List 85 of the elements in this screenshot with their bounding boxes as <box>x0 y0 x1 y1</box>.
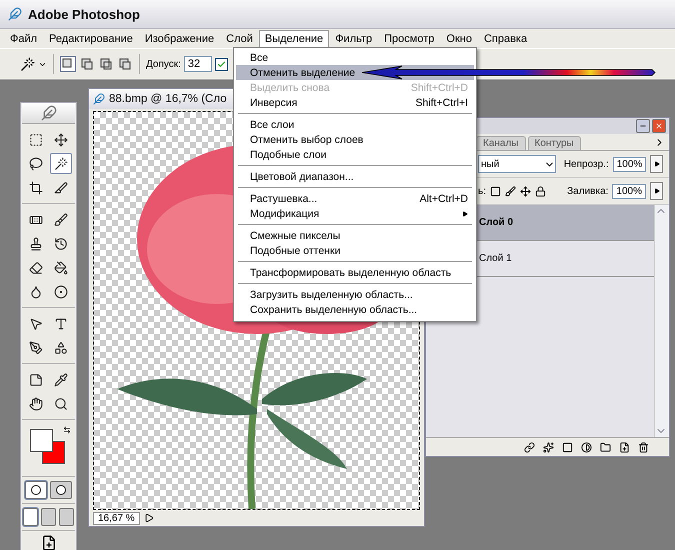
menu-option-label: Растушевка... <box>250 192 318 204</box>
magic-wand-icon[interactable] <box>20 56 35 72</box>
check-icon <box>216 60 226 68</box>
menu-option[interactable]: Все слои <box>236 117 474 132</box>
full-screen-menu-icon[interactable] <box>41 508 56 526</box>
menu-item[interactable]: Слой <box>220 30 259 47</box>
menu-option[interactable]: Цветовой диапазон... <box>236 169 474 184</box>
menu-item[interactable]: Просмотр <box>378 30 440 47</box>
zoom-field[interactable]: 16,67 % <box>93 512 140 524</box>
menu-option-label: Все слои <box>250 118 294 130</box>
shortcut-label: Alt+Ctrl+D <box>420 192 468 204</box>
menu-option[interactable]: Загрузить выделенную область... <box>236 287 474 302</box>
document-icon <box>93 93 105 105</box>
submenu-arrow-icon <box>462 210 468 216</box>
panel-tab[interactable]: Каналы <box>476 136 526 150</box>
menu-option-label: Выделить снова <box>250 82 330 94</box>
opacity-field[interactable]: 100% <box>612 156 646 172</box>
lock-label: ь: <box>478 186 486 196</box>
menu-option-label: Модификация <box>250 208 320 220</box>
menu-item[interactable]: Редактирование <box>43 30 139 47</box>
half-circle-icon[interactable] <box>581 442 592 452</box>
lock-brush-icon[interactable] <box>505 186 516 196</box>
trash-icon[interactable] <box>638 442 649 452</box>
menu-item[interactable]: Окно <box>440 30 478 47</box>
menu-option[interactable]: Инверсия Shift+Ctrl+I <box>236 95 474 110</box>
link-icon[interactable] <box>524 442 535 452</box>
scrollbar[interactable] <box>654 205 669 437</box>
menu-option[interactable]: Подобные слои <box>236 147 474 162</box>
menu-option-label: Сохранить выделенную область... <box>250 304 418 316</box>
new-layer-icon[interactable] <box>619 442 630 452</box>
triangle-icon <box>654 161 660 167</box>
menu-option[interactable]: Отменить выбор слоев <box>236 132 474 147</box>
menu-option-label: Отменить выделение <box>250 66 356 78</box>
subtract-squares-icon[interactable] <box>98 56 114 72</box>
shortcut-label: Shift+Ctrl+D <box>410 82 468 94</box>
menu-option-label: Смежные пикселы <box>250 230 340 242</box>
document-title: 88.bmp @ 16,7% (Сло <box>109 93 227 105</box>
window-title: Adobe Photoshop <box>28 6 140 22</box>
standard-mode-icon[interactable] <box>25 481 47 499</box>
menu-option-label: Подобные оттенки <box>250 244 340 256</box>
tolerance-label: Допуск: <box>146 58 181 70</box>
single-square-icon[interactable] <box>60 56 76 72</box>
magic-wand-icon[interactable] <box>50 153 72 174</box>
menu-item[interactable]: Фильтр <box>329 30 378 47</box>
triangle-icon <box>654 188 660 194</box>
menu-option[interactable]: Сохранить выделенную область... <box>236 302 474 317</box>
play-icon[interactable] <box>144 513 154 523</box>
folder-icon[interactable] <box>600 442 611 452</box>
menu-option-label: Все <box>250 52 268 64</box>
intersect-squares-icon[interactable] <box>117 56 133 72</box>
menu-option[interactable]: Растушевка... Alt+Ctrl+D <box>236 191 474 206</box>
panel-tab[interactable]: Контуры <box>528 136 581 150</box>
blend-mode-value: ный <box>481 158 500 170</box>
menu-item[interactable]: Изображение <box>138 30 220 47</box>
standard-screen-icon[interactable] <box>23 508 38 526</box>
minimize-button[interactable] <box>636 119 650 133</box>
fill-arrow-button[interactable] <box>650 182 663 200</box>
quick-mask-icon[interactable] <box>50 481 72 499</box>
lock-icon[interactable] <box>535 186 546 196</box>
menu-option-label: Загрузить выделенную область... <box>250 288 413 300</box>
feather-icon <box>40 105 56 121</box>
fill-label: Заливка: <box>567 186 608 196</box>
feather-icon <box>8 7 22 21</box>
menu-option-label: Инверсия <box>250 96 298 108</box>
blend-mode-select[interactable]: ный <box>478 155 556 173</box>
menu-item[interactable]: Выделение <box>258 30 330 47</box>
tolerance-field[interactable]: 32 <box>184 56 212 72</box>
add-squares-icon[interactable] <box>79 56 95 72</box>
shortcut-label: Shift+Ctrl+I <box>415 96 468 108</box>
close-button[interactable] <box>652 119 666 133</box>
fill-field[interactable]: 100% <box>612 184 646 198</box>
menu-option-label: Цветовой диапазон... <box>250 170 354 182</box>
menu-option-label: Подобные слои <box>250 148 326 160</box>
close-icon <box>655 122 663 130</box>
checkbox[interactable] <box>214 58 228 70</box>
sparkles-icon[interactable] <box>543 442 554 452</box>
full-screen-icon[interactable] <box>59 508 74 526</box>
swap-icon[interactable] <box>62 426 70 434</box>
opacity-label: Непрозр.: <box>564 158 609 170</box>
opacity-arrow-button[interactable] <box>650 155 663 173</box>
menu-option-label: Отменить выбор слоев <box>250 134 364 146</box>
menu-option[interactable]: Все <box>236 50 474 65</box>
menu-item[interactable]: Файл <box>4 30 44 47</box>
menu-item[interactable]: Справка <box>478 30 534 47</box>
lock-move-icon[interactable] <box>520 186 531 196</box>
